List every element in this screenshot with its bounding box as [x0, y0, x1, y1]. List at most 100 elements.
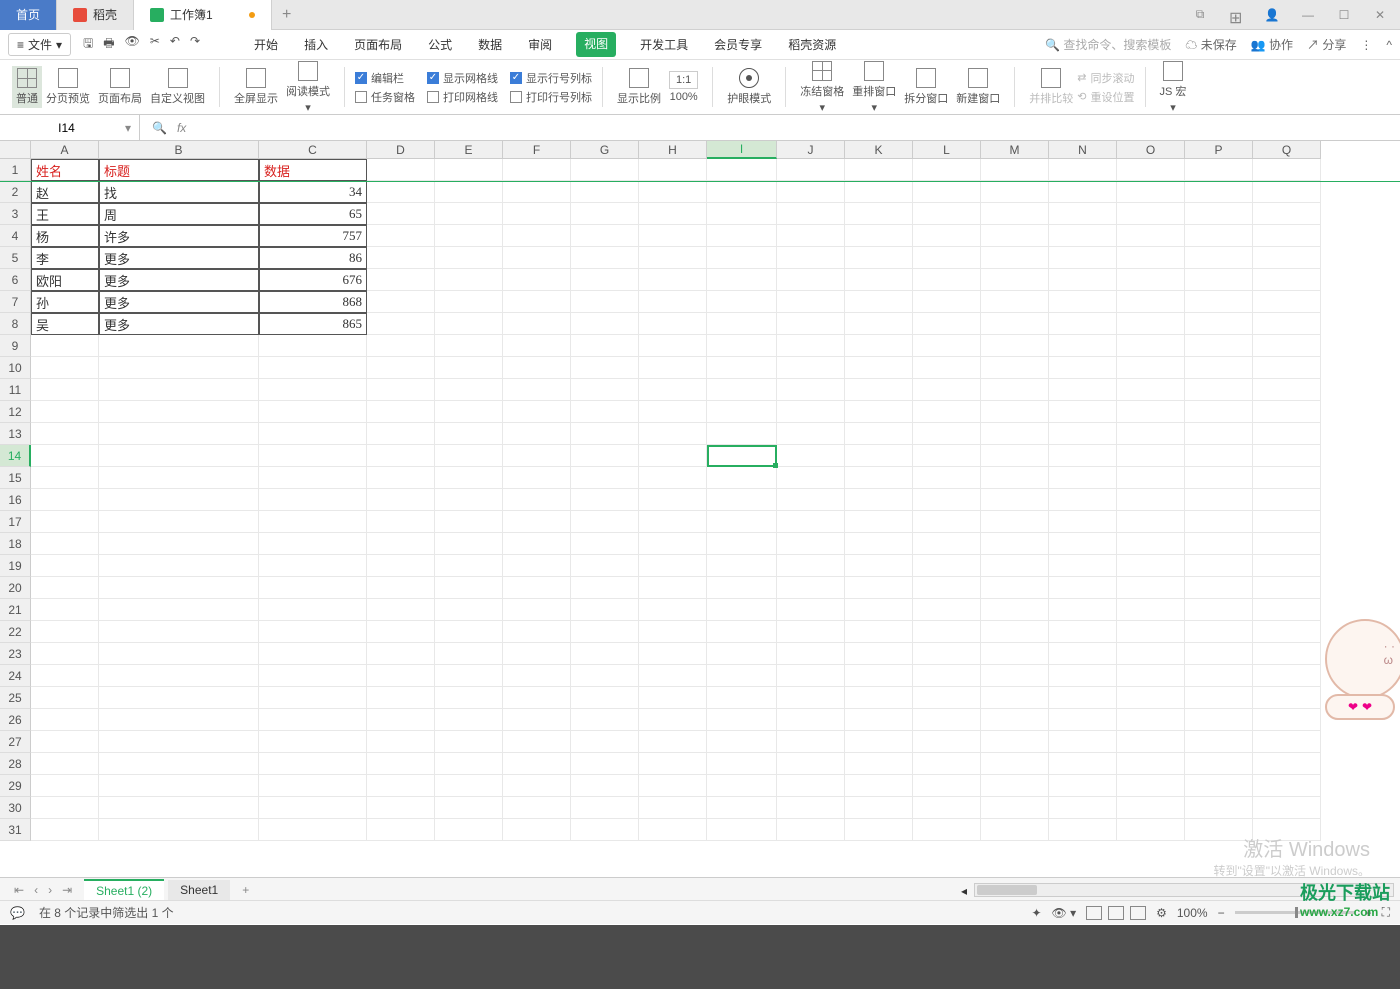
cell-K4[interactable] [845, 225, 913, 247]
cell-F29[interactable] [503, 775, 571, 797]
cell-M31[interactable] [981, 819, 1049, 841]
cell-H6[interactable] [639, 269, 707, 291]
cell-M1[interactable] [981, 159, 1049, 181]
cell-J14[interactable] [777, 445, 845, 467]
cell-B8[interactable]: 更多 [99, 313, 259, 335]
cell-J17[interactable] [777, 511, 845, 533]
cell-M11[interactable] [981, 379, 1049, 401]
cell-M24[interactable] [981, 665, 1049, 687]
cell-L26[interactable] [913, 709, 981, 731]
cell-F2[interactable] [503, 181, 571, 203]
cell-L12[interactable] [913, 401, 981, 423]
check-print-head[interactable]: 打印行号列标 [510, 89, 592, 105]
cell-C28[interactable] [259, 753, 367, 775]
cell-P16[interactable] [1185, 489, 1253, 511]
cell-M4[interactable] [981, 225, 1049, 247]
cell-M30[interactable] [981, 797, 1049, 819]
cell-I25[interactable] [707, 687, 777, 709]
cell-K19[interactable] [845, 555, 913, 577]
cell-C16[interactable] [259, 489, 367, 511]
cell-I8[interactable] [707, 313, 777, 335]
cell-N2[interactable] [1049, 181, 1117, 203]
cell-F17[interactable] [503, 511, 571, 533]
col-header-N[interactable]: N [1049, 141, 1117, 159]
cell-A26[interactable] [31, 709, 99, 731]
cell-O26[interactable] [1117, 709, 1185, 731]
cell-F24[interactable] [503, 665, 571, 687]
cell-K10[interactable] [845, 357, 913, 379]
cell-F8[interactable] [503, 313, 571, 335]
share-button[interactable]: ↗ 分享 [1307, 36, 1346, 53]
cell-E10[interactable] [435, 357, 503, 379]
cell-E22[interactable] [435, 621, 503, 643]
cell-O25[interactable] [1117, 687, 1185, 709]
cell-G1[interactable] [571, 159, 639, 181]
cell-P17[interactable] [1185, 511, 1253, 533]
cell-M26[interactable] [981, 709, 1049, 731]
cell-A28[interactable] [31, 753, 99, 775]
name-box-input[interactable] [8, 121, 125, 135]
menu-formula[interactable]: 公式 [426, 32, 454, 57]
cell-L8[interactable] [913, 313, 981, 335]
cut-icon[interactable]: ✂ [150, 34, 160, 55]
cell-P22[interactable] [1185, 621, 1253, 643]
col-header-B[interactable]: B [99, 141, 259, 159]
cell-A18[interactable] [31, 533, 99, 555]
row-header-4[interactable]: 4 [0, 225, 31, 247]
cell-O6[interactable] [1117, 269, 1185, 291]
cell-C10[interactable] [259, 357, 367, 379]
cell-A19[interactable] [31, 555, 99, 577]
cell-A12[interactable] [31, 401, 99, 423]
cell-I26[interactable] [707, 709, 777, 731]
cell-C6[interactable]: 676 [259, 269, 367, 291]
cell-B31[interactable] [99, 819, 259, 841]
cell-B19[interactable] [99, 555, 259, 577]
row-header-1[interactable]: 1 [0, 159, 31, 181]
cell-I5[interactable] [707, 247, 777, 269]
cell-J24[interactable] [777, 665, 845, 687]
cell-F15[interactable] [503, 467, 571, 489]
cell-K9[interactable] [845, 335, 913, 357]
cell-K21[interactable] [845, 599, 913, 621]
sheet-tab-active[interactable]: Sheet1 (2) [84, 879, 164, 901]
cell-L31[interactable] [913, 819, 981, 841]
cell-I23[interactable] [707, 643, 777, 665]
cell-Q30[interactable] [1253, 797, 1321, 819]
cell-O19[interactable] [1117, 555, 1185, 577]
cell-I14[interactable] [707, 445, 777, 467]
cell-M8[interactable] [981, 313, 1049, 335]
col-header-F[interactable]: F [503, 141, 571, 159]
row-header-22[interactable]: 22 [0, 621, 31, 643]
cell-G8[interactable] [571, 313, 639, 335]
cell-A6[interactable]: 欧阳 [31, 269, 99, 291]
cell-F3[interactable] [503, 203, 571, 225]
cell-D17[interactable] [367, 511, 435, 533]
cell-L25[interactable] [913, 687, 981, 709]
cell-E19[interactable] [435, 555, 503, 577]
cell-M25[interactable] [981, 687, 1049, 709]
cell-A25[interactable] [31, 687, 99, 709]
cell-N5[interactable] [1049, 247, 1117, 269]
cell-E15[interactable] [435, 467, 503, 489]
zoom-value[interactable]: 100% [1177, 906, 1208, 920]
cell-J6[interactable] [777, 269, 845, 291]
cell-Q16[interactable] [1253, 489, 1321, 511]
cell-E12[interactable] [435, 401, 503, 423]
cell-K12[interactable] [845, 401, 913, 423]
cell-L21[interactable] [913, 599, 981, 621]
cell-B3[interactable]: 周 [99, 203, 259, 225]
cancel-fx-icon[interactable]: 🔍 [152, 121, 167, 135]
cell-P12[interactable] [1185, 401, 1253, 423]
row-header-8[interactable]: 8 [0, 313, 31, 335]
cell-K15[interactable] [845, 467, 913, 489]
cell-F1[interactable] [503, 159, 571, 181]
row-header-15[interactable]: 15 [0, 467, 31, 489]
cell-H30[interactable] [639, 797, 707, 819]
cell-A16[interactable] [31, 489, 99, 511]
row-header-23[interactable]: 23 [0, 643, 31, 665]
row-header-5[interactable]: 5 [0, 247, 31, 269]
cell-Q17[interactable] [1253, 511, 1321, 533]
cell-D21[interactable] [367, 599, 435, 621]
cell-E29[interactable] [435, 775, 503, 797]
cell-L15[interactable] [913, 467, 981, 489]
